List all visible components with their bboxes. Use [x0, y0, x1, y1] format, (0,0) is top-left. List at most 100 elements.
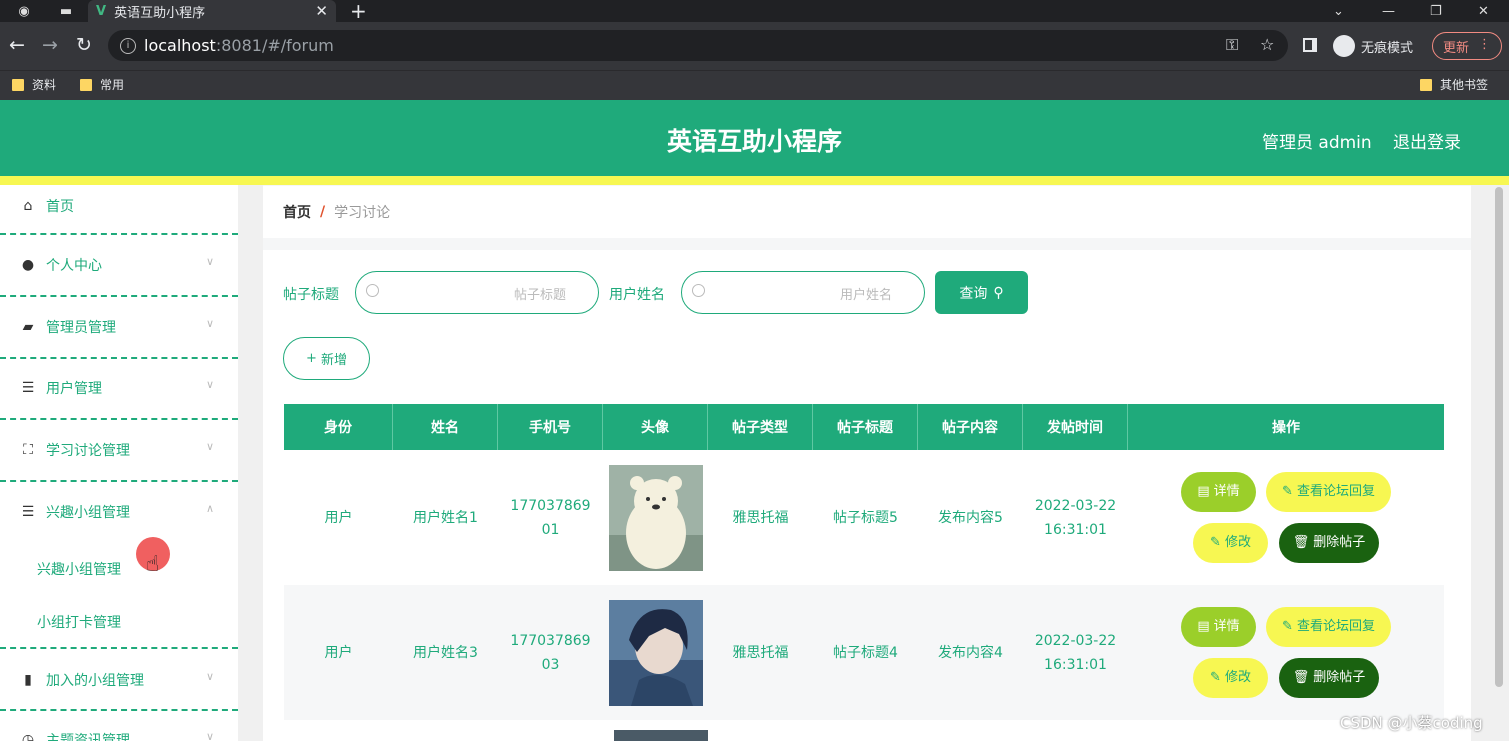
sidebar-item-label: 用户管理: [46, 381, 102, 397]
reload-icon[interactable]: ↻: [76, 34, 92, 56]
anime-boy-avatar[interactable]: [608, 599, 703, 706]
phone-line: 01: [541, 521, 560, 538]
key-icon[interactable]: ⚿: [1226, 35, 1238, 55]
user-name-input[interactable]: 用户姓名: [681, 271, 925, 314]
side-panel-icon[interactable]: [1303, 38, 1317, 52]
title-cell: 帖子标题4: [833, 644, 898, 661]
globe-icon[interactable]: ◉: [14, 1, 34, 21]
column-header: 手机号: [498, 404, 603, 450]
add-button[interactable]: + 新增: [283, 337, 370, 380]
update-button[interactable]: 更新 ⋮: [1432, 32, 1502, 60]
bookmark-folder-1[interactable]: 常用: [80, 76, 124, 93]
tab-search-icon[interactable]: ▬: [56, 1, 76, 21]
ticket-icon: ▰: [22, 319, 34, 335]
chevron-down-icon: ∨: [205, 317, 214, 330]
sidebar-item-news[interactable]: ◷ 主题资讯管理 ∨: [0, 710, 238, 741]
user-name-placeholder: 用户姓名: [839, 288, 892, 303]
query-button[interactable]: 查询 ⚲: [935, 271, 1028, 314]
minimize-icon[interactable]: —: [1382, 0, 1395, 22]
breadcrumb-current: 学习讨论: [334, 205, 391, 221]
post-title-placeholder: 帖子标题: [513, 288, 566, 303]
view-replies-button[interactable]: ✎ 查看论坛回复: [1266, 472, 1391, 512]
incognito-indicator[interactable]: 无痕模式: [1333, 35, 1413, 57]
sidebar-item-label: 加入的小组管理: [46, 673, 144, 689]
breadcrumb: 首页 / 学习讨论: [263, 186, 1471, 238]
bookmark-star-icon[interactable]: ☆: [1260, 35, 1274, 54]
trash-icon: 🗑: [1292, 670, 1310, 685]
phone-line: 177037869: [510, 497, 591, 514]
time-cell: 2022-03-22 16:31:01: [1023, 450, 1128, 585]
sidebar-item-label: 主题资讯管理: [46, 733, 130, 741]
sidebar-item-groups[interactable]: ☰ 兴趣小组管理 ∧: [0, 482, 238, 542]
table-row: 用户 用户姓名3 177037869 03 雅思托福 帖子标题4 发布内容4 2…: [284, 585, 1444, 720]
bookmark-label: 常用: [100, 78, 125, 92]
logout-link[interactable]: 退出登录: [1393, 128, 1461, 153]
edit-icon: ✎: [1210, 535, 1221, 550]
back-icon[interactable]: ←: [9, 34, 25, 56]
site-info-icon[interactable]: i: [120, 37, 136, 54]
actions-cell: ▤ 详情 ✎ 查看论坛回复 ✎ 修改 🗑 删除帖子: [1128, 585, 1444, 720]
tab-title: 英语互助小程序: [114, 5, 206, 21]
new-tab-button[interactable]: +: [350, 0, 367, 23]
post-title-input[interactable]: 帖子标题: [355, 271, 599, 314]
edit-button[interactable]: ✎ 修改: [1193, 523, 1268, 563]
tab-list-icon[interactable]: ⌄: [1333, 0, 1344, 22]
identity-cell: 用户: [324, 509, 353, 526]
sidebar-subitem-checkin[interactable]: 小组打卡管理: [37, 612, 121, 632]
browser-tab[interactable]: V 英语互助小程序 ✕: [88, 0, 336, 22]
user-name-label: 用户姓名: [609, 287, 665, 303]
chevron-up-icon: ∧: [205, 502, 214, 515]
identity-cell: 用户: [324, 644, 353, 661]
column-header: 操作: [1272, 420, 1300, 436]
url-bar[interactable]: i localhost:8081/#/forum ⚿ ☆: [108, 30, 1288, 61]
edit-icon: ✎: [1282, 619, 1293, 634]
more-menu-icon[interactable]: ⋮: [1478, 37, 1491, 52]
user-icon: ●: [21, 257, 35, 273]
sidebar-item-discussion[interactable]: ⛶ 学习讨论管理 ∨: [0, 420, 238, 480]
phone-cell: 177037869 01: [498, 450, 603, 585]
address-toolbar: ← → ↻ i localhost:8081/#/forum ⚿ ☆ 无痕模式 …: [0, 22, 1509, 70]
update-label: 更新: [1443, 40, 1470, 56]
detail-icon: ▤: [1197, 484, 1210, 499]
delete-button[interactable]: 🗑 删除帖子: [1279, 658, 1379, 698]
view-replies-label: 查看论坛回复: [1296, 619, 1375, 634]
column-header: 发帖时间: [1023, 404, 1128, 450]
edit-label: 修改: [1224, 670, 1251, 685]
detail-button[interactable]: ▤ 详情: [1181, 472, 1256, 512]
delete-button[interactable]: 🗑 删除帖子: [1279, 523, 1379, 563]
time-line: 16:31:01: [1044, 521, 1107, 538]
sidebar-item-users[interactable]: ☰ 用户管理 ∨: [0, 358, 238, 418]
watermark: CSDN @小蔡coding: [1340, 714, 1483, 732]
phone-line: 177037869: [510, 632, 591, 649]
scrollbar-thumb[interactable]: [1495, 187, 1503, 687]
detail-button[interactable]: ▤ 详情: [1181, 607, 1256, 647]
sidebar-item-home[interactable]: ⌂ 首页: [0, 176, 238, 236]
forward-icon[interactable]: →: [42, 34, 58, 56]
detail-icon: ▤: [1197, 619, 1210, 634]
tab-close-icon[interactable]: ✕: [315, 2, 328, 20]
other-bookmarks[interactable]: 其他书签: [1420, 76, 1488, 93]
sidebar-item-joined-groups[interactable]: ▮ 加入的小组管理 ∨: [0, 650, 238, 710]
trash-icon: 🗑: [1292, 535, 1310, 550]
breadcrumb-home[interactable]: 首页: [283, 202, 311, 222]
window-close-icon[interactable]: ✕: [1478, 0, 1489, 22]
bookmarks-bar: 资料 常用 其他书签: [0, 70, 1509, 100]
sidebar-item-label: 首页: [46, 199, 74, 215]
time-line: 16:31:01: [1044, 656, 1107, 673]
restore-icon[interactable]: ❐: [1430, 0, 1442, 22]
sidebar-subitem-groups[interactable]: 兴趣小组管理: [37, 559, 121, 579]
edit-button[interactable]: ✎ 修改: [1193, 658, 1268, 698]
date-line: 2022-03-22: [1034, 632, 1117, 649]
bookmark-folder-0[interactable]: 资料: [12, 76, 56, 93]
hand-cursor-icon: ☝: [146, 552, 160, 577]
sidebar-item-admins[interactable]: ▰ 管理员管理 ∨: [0, 297, 238, 357]
query-label: 查询: [959, 285, 988, 302]
page-scrollbar[interactable]: [1493, 185, 1505, 687]
edit-icon: ✎: [1282, 484, 1293, 499]
phone-line: 03: [541, 656, 560, 673]
view-replies-button[interactable]: ✎ 查看论坛回复: [1266, 607, 1391, 647]
sidebar-item-personal[interactable]: ● 个人中心 ∨: [0, 235, 238, 295]
white-bear-avatar[interactable]: [608, 464, 703, 571]
edit-label: 修改: [1224, 535, 1251, 550]
title-cell: 帖子标题5: [833, 509, 898, 526]
